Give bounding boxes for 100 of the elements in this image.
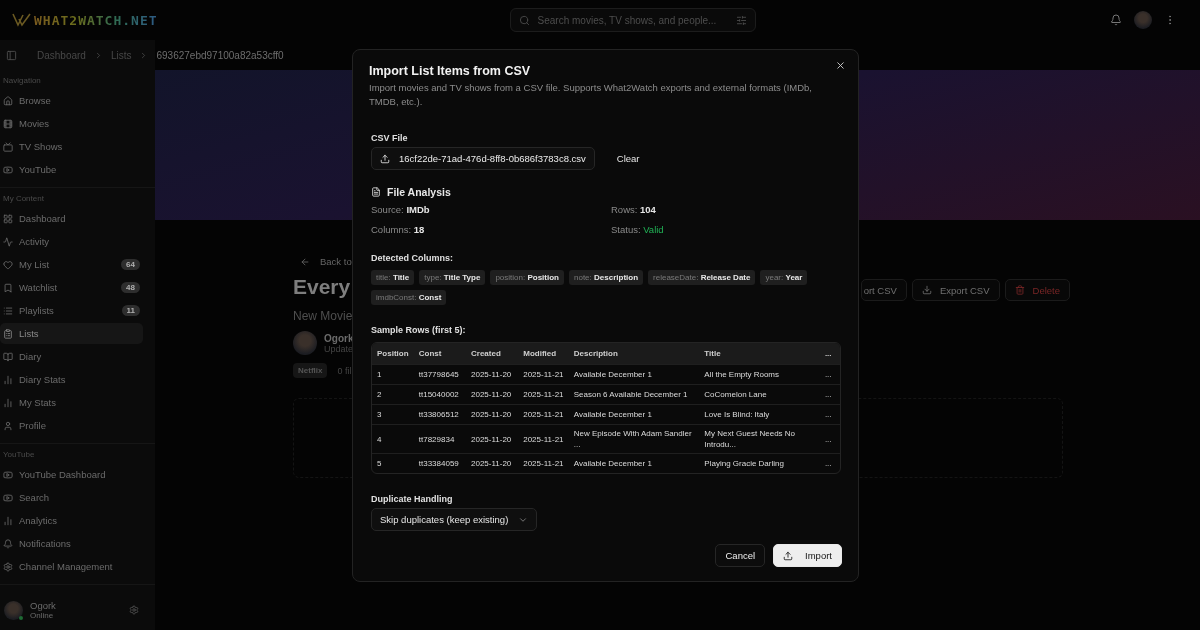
table-cell: 2025-11-21	[518, 453, 569, 473]
sidebar-item[interactable]: YouTube Dashboard	[0, 464, 143, 485]
table-cell: tt15040002	[413, 384, 466, 404]
field-label: Sample Rows (first 5):	[370, 325, 467, 335]
table-cell: Love Is Blind: Italy	[699, 404, 820, 424]
table-cell: 2025-11-20	[466, 404, 519, 424]
table-cell: tt37798645	[413, 364, 466, 384]
table-cell: 2025-11-21	[518, 424, 569, 453]
sidebar-item[interactable]: Movies	[0, 113, 143, 134]
sidebar-item[interactable]: Channel Management	[0, 556, 143, 577]
column-header: Created	[466, 343, 519, 364]
nav-icon	[3, 164, 13, 175]
column-header: Title	[699, 343, 820, 364]
table-cell: Available December 1	[568, 404, 700, 424]
back-arrow-icon[interactable]	[300, 256, 310, 267]
sidebar-item[interactable]: Playlists 11	[0, 300, 143, 321]
dialog-description: Import movies and TV shows from a CSV file. Supports What2Watch exports and external formats (IMDb, TMDB, etc.).	[369, 81, 813, 109]
section-heading: File Analysis	[387, 186, 451, 198]
upload-icon	[783, 550, 794, 561]
count-badge: 64	[121, 259, 140, 270]
nav-icon	[3, 213, 13, 224]
action-button[interactable]: ort CSV	[860, 279, 907, 301]
table-cell: 1	[372, 364, 414, 384]
table-cell: 3	[372, 404, 414, 424]
sidebar-item[interactable]: Diary Stats	[0, 369, 143, 390]
sidebar-item[interactable]: YouTube	[0, 159, 143, 180]
table-cell: My Next Guest Needs No Introdu...	[699, 424, 820, 453]
sidebar-item[interactable]: Profile	[0, 415, 143, 436]
table-cell: 2025-11-21	[518, 364, 569, 384]
breadcrumb-link[interactable]: 693627ebd97100a82a53cff0	[156, 49, 284, 61]
sidebar-item[interactable]: TV Shows	[0, 136, 143, 157]
cancel-button[interactable]: Cancel	[715, 544, 766, 567]
upload-icon	[380, 153, 390, 164]
table-cell: New Episode With Adam Sandler ...	[568, 424, 700, 453]
settings-icon[interactable]	[129, 605, 139, 615]
table-cell: 4	[372, 424, 414, 453]
download-icon	[921, 285, 932, 295]
logo-check-icon	[12, 13, 32, 27]
user-avatar[interactable]	[1134, 11, 1152, 29]
nav-icon	[3, 259, 13, 270]
analysis-field: Rows: 104	[611, 204, 851, 215]
table-cell: Available December 1	[568, 453, 700, 473]
filter-icon[interactable]	[735, 14, 747, 26]
nav-icon	[3, 538, 13, 549]
duplicate-select[interactable]: Skip duplicates (keep existing)	[371, 508, 538, 531]
sidebar-item[interactable]: Analytics	[0, 510, 143, 531]
import-button[interactable]: Import	[773, 544, 842, 567]
nav-icon	[3, 515, 13, 526]
notification-bell-icon[interactable]	[1110, 14, 1122, 26]
analysis-field: Source: IMDb	[371, 204, 611, 215]
action-button[interactable]: Export CSV	[911, 279, 1000, 301]
sidebar-item[interactable]: Lists	[0, 323, 143, 344]
search-field[interactable]: Search movies, TV shows, and people...	[509, 8, 756, 32]
table-cell: 2025-11-20	[466, 384, 519, 404]
sidebar-item[interactable]: Dashboard	[0, 208, 143, 229]
table-cell: All the Empty Rooms	[699, 364, 820, 384]
delete-button[interactable]: Delete	[1004, 279, 1070, 301]
nav-icon	[3, 141, 13, 152]
column-tag: year: Year	[760, 270, 808, 285]
column-tag: releaseDate: Release Date	[648, 270, 756, 285]
nav-icon	[3, 95, 13, 106]
back-link[interactable]: Back to	[320, 256, 352, 267]
column-header: ...	[819, 343, 840, 364]
sidebar-item[interactable]: Notifications	[0, 533, 143, 554]
trash-icon	[1014, 285, 1025, 295]
nav-icon	[3, 420, 13, 431]
table-cell: 2025-11-21	[518, 404, 569, 424]
search-input[interactable]: Search movies, TV shows, and people...	[535, 13, 730, 27]
sidebar-item[interactable]: Browse	[0, 90, 143, 111]
list-title: Every	[293, 275, 351, 299]
section-title: Navigation	[2, 76, 42, 87]
nav-icon	[3, 236, 13, 247]
table-cell: tt7829834	[413, 424, 466, 453]
count-badge: 48	[121, 282, 140, 293]
clear-button[interactable]: Clear	[612, 149, 644, 168]
sidebar-item[interactable]: Activity	[0, 231, 143, 252]
column-tag: imdbConst: Const	[371, 290, 447, 305]
sidebar-item[interactable]: Search	[0, 487, 143, 508]
sidebar-toggle-icon[interactable]	[6, 49, 17, 61]
column-tag: position: Position	[490, 270, 564, 285]
breadcrumb-link[interactable]: Lists	[110, 49, 132, 61]
file-picker-button[interactable]: 16cf22de-71ad-476d-8ff8-0b686f3783c8.csv	[371, 147, 595, 170]
breadcrumb-link[interactable]: Dashboard	[37, 49, 86, 61]
column-header: Const	[413, 343, 466, 364]
column-tag: note: Description	[569, 270, 644, 285]
count-badge: 11	[121, 305, 140, 316]
sidebar-item[interactable]: Diary	[0, 346, 143, 367]
column-header: Position	[372, 343, 414, 364]
table-cell: Playing Gracie Darling	[699, 453, 820, 473]
sidebar-item[interactable]: Watchlist 48	[0, 277, 143, 298]
nav-icon	[3, 305, 13, 316]
sidebar-item[interactable]: My List 64	[0, 254, 143, 275]
table-cell: ...	[819, 364, 840, 384]
search-icon	[518, 14, 530, 26]
nav-icon	[3, 492, 13, 503]
table-cell: 2025-11-20	[466, 453, 519, 473]
analysis-field: Status: Valid	[611, 224, 851, 235]
updated-text: Update	[324, 343, 354, 354]
sidebar-item[interactable]: My Stats	[0, 392, 143, 413]
nav-icon	[3, 328, 13, 339]
